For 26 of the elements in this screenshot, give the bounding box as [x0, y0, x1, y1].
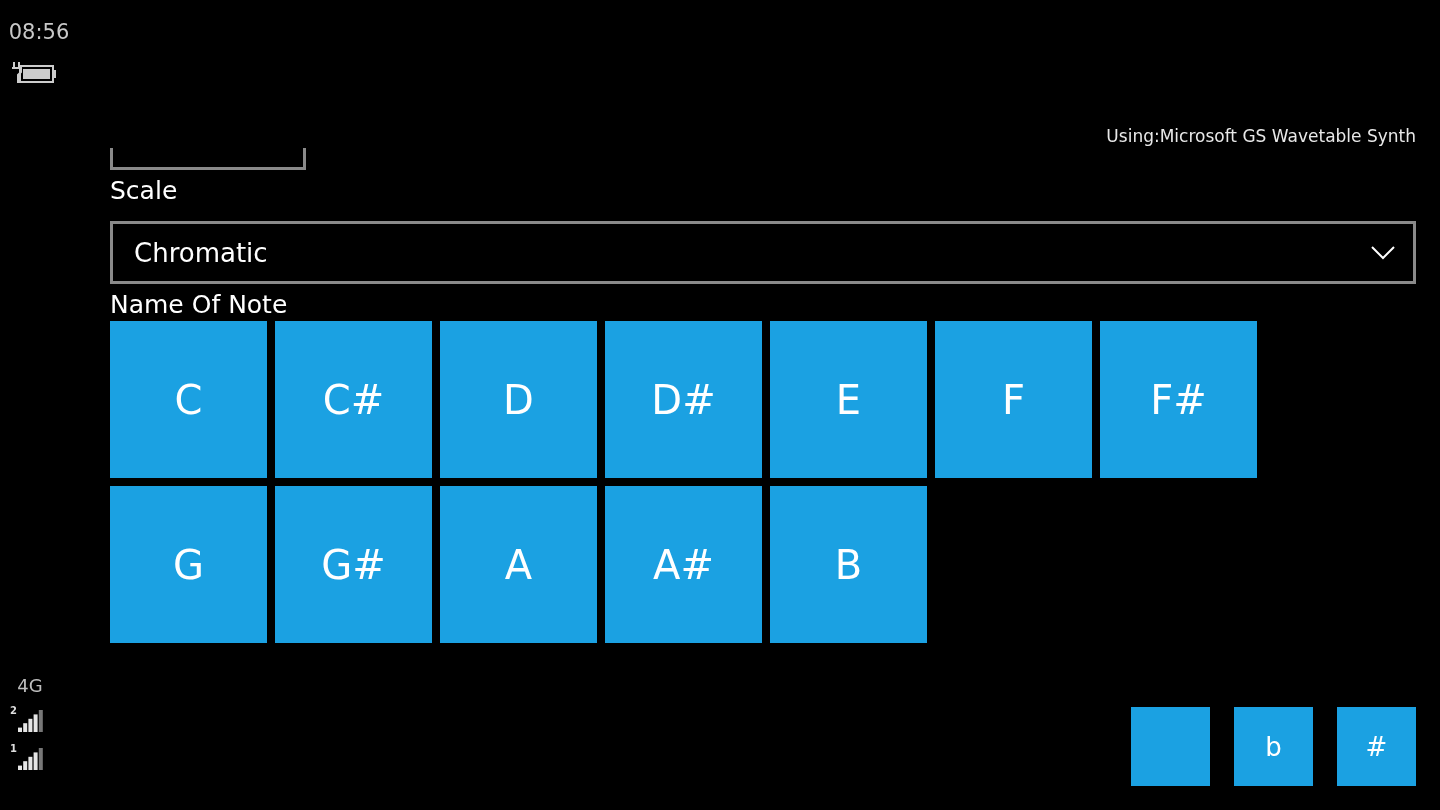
synth-info: Using:Microsoft GS Wavetable Synth — [1106, 126, 1416, 148]
note-button[interactable]: D — [440, 321, 597, 478]
clock-time: 08:56 — [8, 20, 70, 44]
chevron-down-icon — [1371, 245, 1395, 260]
dropdown-value: Chromatic — [134, 237, 268, 268]
note-button[interactable]: G — [110, 486, 267, 643]
network-type: 4G — [17, 675, 43, 696]
accidental-button[interactable]: # — [1337, 707, 1416, 786]
scale-dropdown[interactable]: Chromatic — [110, 221, 1416, 284]
note-button[interactable]: C# — [275, 321, 432, 478]
note-button[interactable]: B — [770, 486, 927, 643]
text-field[interactable] — [110, 148, 306, 170]
accidental-button[interactable]: b — [1234, 707, 1313, 786]
scale-label: Scale — [110, 176, 179, 205]
note-button[interactable]: F — [935, 321, 1092, 478]
sim-number: 1 — [10, 744, 17, 754]
note-button[interactable]: A# — [605, 486, 762, 643]
note-button[interactable]: D# — [605, 321, 762, 478]
sim-number: 2 — [10, 706, 17, 716]
note-button[interactable]: A — [440, 486, 597, 643]
note-button[interactable]: G# — [275, 486, 432, 643]
battery-icon — [11, 60, 57, 84]
note-button[interactable]: E — [770, 321, 927, 478]
note-button[interactable]: C — [110, 321, 267, 478]
notes-label: Name Of Note — [110, 290, 289, 319]
note-button[interactable]: F# — [1100, 321, 1257, 478]
